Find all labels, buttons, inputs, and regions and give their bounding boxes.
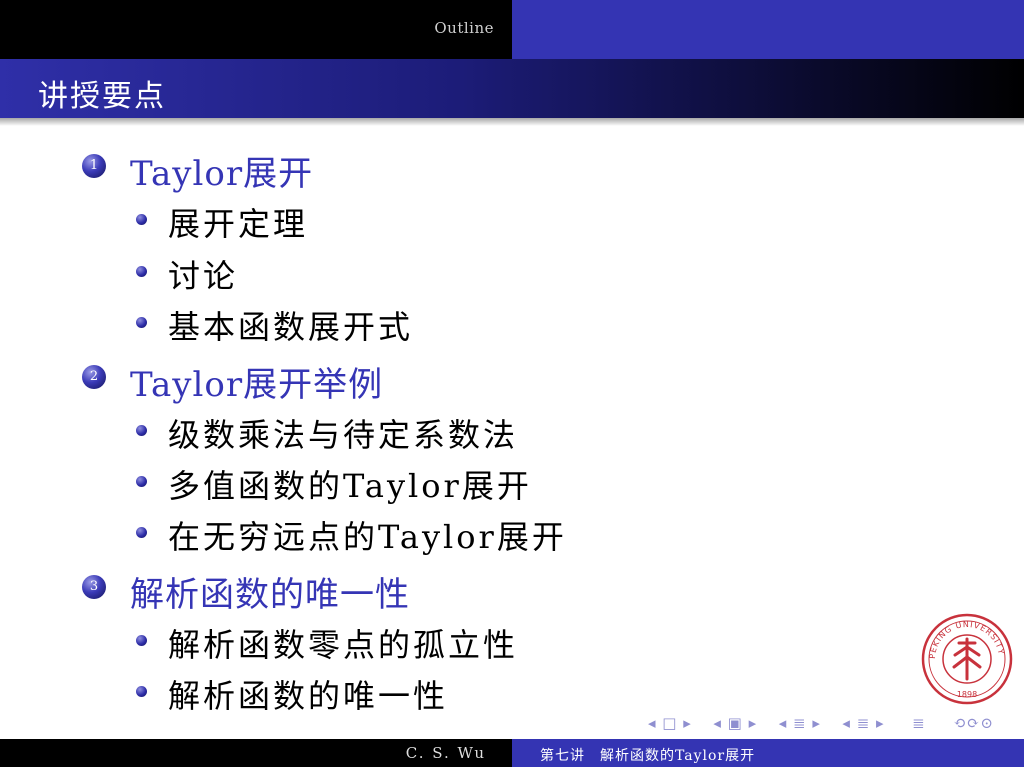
subsection-label[interactable]: 级数乘法与待定系数法 [168, 410, 518, 456]
section-title[interactable]: 解析函数的唯一性 [130, 567, 410, 616]
bullet-icon [136, 214, 147, 225]
subsection-label[interactable]: 基本函数展开式 [168, 302, 413, 348]
headline-left: Outline [0, 0, 512, 59]
bullet-icon [136, 476, 147, 487]
university-seal-logo: PEKING UNIVERSITY 1898 [921, 613, 1013, 705]
section-nav-icon[interactable]: ◂ ≣ ▸ [779, 714, 821, 732]
subsection-label[interactable]: 讨论 [168, 251, 238, 297]
bullet-icon [136, 686, 147, 697]
frame-title: 讲授要点 [38, 79, 166, 114]
headline-outline-label[interactable]: Outline [434, 19, 494, 37]
section-number-ball: 1 [82, 154, 106, 178]
frame-title-bar: 讲授要点 [0, 59, 1024, 118]
bullet-icon [136, 527, 147, 538]
section-title[interactable]: Taylor展开举例 [130, 357, 383, 406]
subsection-label[interactable]: 解析函数的唯一性 [168, 671, 448, 717]
footline-bar: C. S. Wu 第七讲 解析函数的Taylor展开 [0, 739, 1024, 767]
section-number-ball: 3 [82, 575, 106, 599]
subsection-label[interactable]: 多值函数的Taylor展开 [168, 461, 532, 507]
bullet-icon [136, 317, 147, 328]
headline-bar: Outline [0, 0, 1024, 59]
footer-lecture-title: 第七讲 解析函数的Taylor展开 [540, 748, 756, 764]
subsection-label[interactable]: 在无穷远点的Taylor展开 [168, 512, 567, 558]
subsection-nav-icon[interactable]: ◂ ▣ ▸ [713, 714, 757, 732]
footline-right: 第七讲 解析函数的Taylor展开 [512, 739, 1024, 767]
footer-author: C. S. Wu [405, 744, 486, 762]
subsubsection-nav-icon[interactable]: ◂ ≣ ▸ [842, 714, 884, 732]
title-shadow [0, 118, 1024, 126]
section-title[interactable]: Taylor展开 [130, 146, 313, 195]
frame-nav-icon[interactable]: ◂ □ ▸ [648, 714, 692, 732]
subsection-label[interactable]: 解析函数零点的孤立性 [168, 620, 518, 666]
subsection-label[interactable]: 展开定理 [168, 199, 308, 245]
seal-year: 1898 [957, 690, 977, 699]
beamer-navigation: ◂ □ ▸ ◂ ▣ ▸ ◂ ≣ ▸ ◂ ≣ ▸ ≣ ⟲⟳⊙ [648, 714, 998, 734]
bullet-icon [136, 635, 147, 646]
bullet-icon [136, 266, 147, 277]
search-back-forward-icon[interactable]: ⟲⟳⊙ [953, 714, 994, 732]
headline-right [512, 0, 1024, 59]
bullet-icon [136, 425, 147, 436]
section-number-ball: 2 [82, 365, 106, 389]
footline-left: C. S. Wu [0, 739, 512, 767]
outline-nav-icon[interactable]: ≣ [912, 714, 926, 732]
